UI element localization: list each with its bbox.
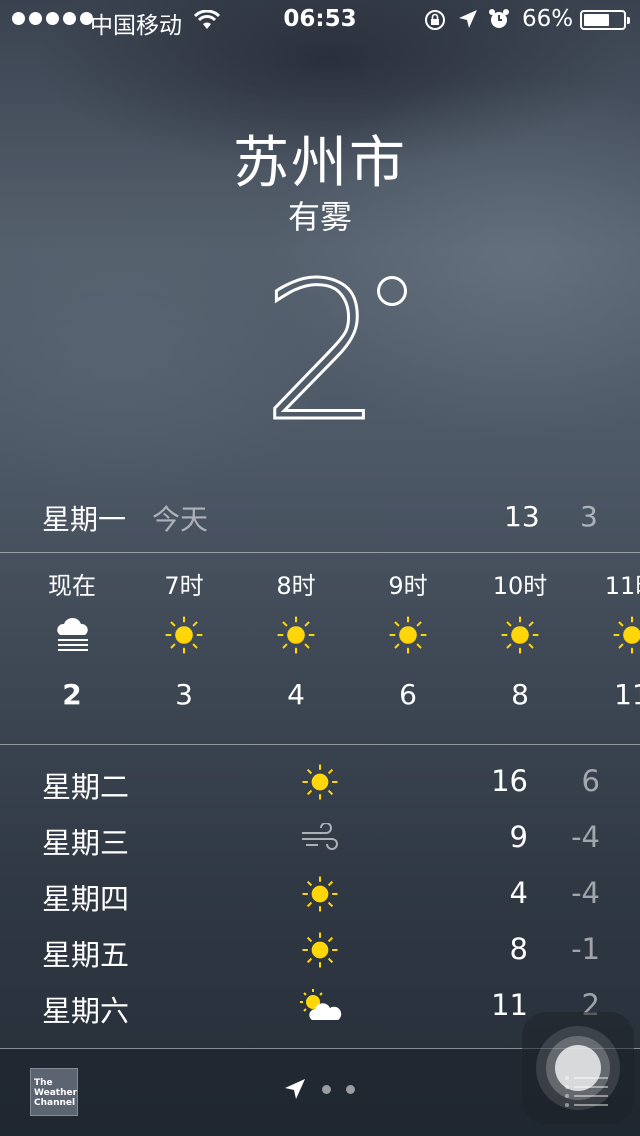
hour-label: 现在 — [48, 572, 96, 600]
sun-icon — [128, 600, 240, 670]
day-low: -4 — [571, 876, 600, 910]
sun-icon — [352, 600, 464, 670]
sun-icon — [298, 760, 342, 804]
today-label: 今天 — [152, 503, 209, 536]
weather-channel-logo[interactable]: The Weather Channel — [30, 1068, 78, 1116]
daily-row: 星期三 9 -4 — [0, 812, 640, 868]
hourly-item: 7时 3 — [128, 552, 240, 711]
degree-symbol — [377, 276, 407, 306]
hourly-item: 9时 6 — [352, 552, 464, 711]
day-high: 8 — [509, 932, 528, 966]
day-name: 星期三 — [42, 826, 130, 860]
partly-cloudy-icon — [298, 984, 342, 1028]
day-low: -1 — [571, 932, 600, 966]
hour-temp: 6 — [399, 678, 417, 711]
hour-label: 11时 — [604, 572, 640, 600]
hour-temp: 11 — [614, 678, 640, 711]
hourly-item: 11时 11 — [576, 552, 640, 711]
hourly-item: 8时 4 — [240, 552, 352, 711]
day-high: 4 — [509, 876, 528, 910]
wind-icon — [298, 816, 342, 860]
page-indicator-dot[interactable] — [346, 1085, 355, 1094]
day-name: 星期六 — [42, 994, 130, 1028]
today-high: 13 — [504, 500, 540, 533]
hour-temp: 2 — [62, 678, 82, 711]
assistive-touch-button[interactable] — [522, 1012, 634, 1124]
logo-line: Weather — [34, 1088, 78, 1098]
hourly-item: 10时 8 — [464, 552, 576, 711]
fog-icon — [16, 600, 128, 670]
daily-row: 星期四 4 -4 — [0, 868, 640, 924]
hour-label: 9时 — [388, 572, 428, 600]
current-location-icon[interactable] — [284, 1078, 306, 1104]
hour-label: 7时 — [164, 572, 204, 600]
sun-icon — [298, 872, 342, 916]
hour-temp: 4 — [287, 678, 305, 711]
location-services-icon — [458, 9, 478, 35]
status-bar: 中国移动 06:53 66% — [0, 0, 640, 40]
rotation-lock-icon — [424, 9, 446, 37]
day-low: 6 — [581, 764, 600, 798]
day-high: 9 — [509, 820, 528, 854]
day-low: -4 — [571, 820, 600, 854]
hourly-item: 现在 2 — [16, 552, 128, 711]
sun-icon — [298, 928, 342, 972]
sun-icon — [576, 600, 640, 670]
day-name: 星期四 — [42, 882, 130, 916]
divider — [0, 744, 640, 745]
day-high: 16 — [491, 764, 528, 798]
current-temperature: 2 — [260, 242, 384, 463]
today-low: 3 — [580, 500, 598, 533]
weather-condition: 有雾 — [287, 198, 352, 236]
current-temperature-wrap: 2 — [0, 256, 640, 449]
hour-label: 10时 — [492, 572, 548, 600]
day-high: 11 — [491, 988, 528, 1022]
hour-temp: 8 — [511, 678, 529, 711]
daily-row: 星期二 16 6 — [0, 756, 640, 812]
sun-icon — [464, 600, 576, 670]
day-name: 星期五 — [42, 938, 130, 972]
logo-line: The — [34, 1078, 53, 1088]
logo-line: Channel — [34, 1098, 76, 1108]
battery-icon — [580, 10, 630, 30]
hour-label: 8时 — [276, 572, 316, 600]
hour-temp: 3 — [175, 678, 193, 711]
city-name: 苏州市 — [233, 131, 407, 196]
page-indicator-dot[interactable] — [322, 1085, 331, 1094]
alarm-icon — [488, 8, 510, 36]
day-name: 星期二 — [42, 770, 130, 804]
daily-row: 星期五 8 -1 — [0, 924, 640, 980]
hourly-forecast[interactable]: 现在 2 7时 3 8时 4 9时 6 10时 8 11时 11 — [0, 552, 640, 744]
today-weekday: 星期一 — [42, 503, 127, 536]
sun-icon — [240, 600, 352, 670]
battery-percentage: 66% — [522, 6, 574, 32]
